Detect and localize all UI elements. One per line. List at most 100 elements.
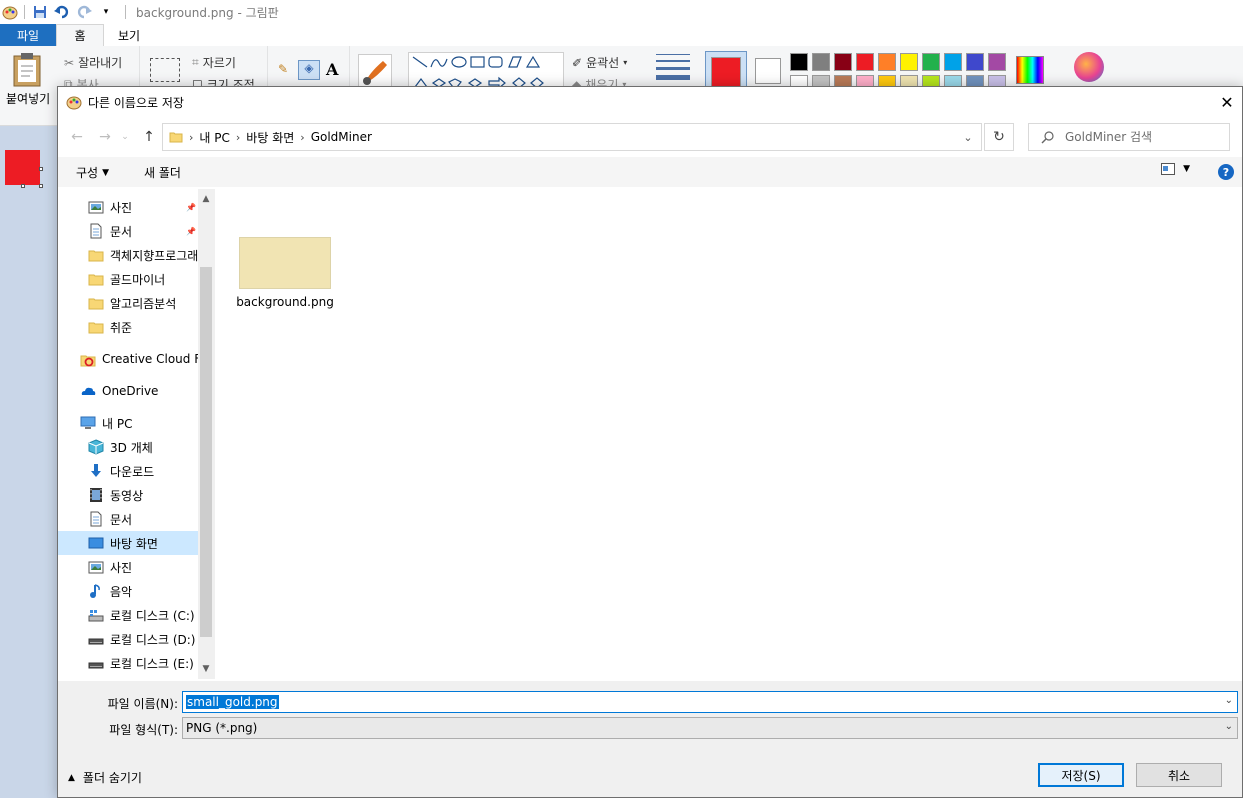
sidebar-item[interactable]: 내 PC xyxy=(58,411,198,435)
folder-icon xyxy=(88,271,104,287)
line-size-icon[interactable] xyxy=(656,54,690,85)
refresh-button[interactable]: ↻ xyxy=(984,123,1014,151)
recent-locations-button[interactable]: ⌄ xyxy=(118,127,132,147)
outline-button[interactable]: ✐ 윤곽선 ▾ xyxy=(572,54,627,71)
sidebar-item-label: 사진 xyxy=(110,200,133,215)
palette-swatch[interactable] xyxy=(944,53,962,71)
paste-icon[interactable] xyxy=(10,52,44,88)
hide-folders-button[interactable]: ▲ 폴더 숨기기 xyxy=(68,769,142,786)
pin-icon: 📌 xyxy=(186,226,196,236)
palette-swatch[interactable] xyxy=(922,53,940,71)
palette-swatch[interactable] xyxy=(856,53,874,71)
scroll-down-icon[interactable]: ▼ xyxy=(198,661,214,677)
palette-swatch[interactable] xyxy=(900,53,918,71)
paste-button[interactable]: 붙여넣기 xyxy=(6,90,50,107)
filename-field[interactable]: small_gold.png ⌄ xyxy=(182,691,1238,713)
paint-3d-icon[interactable] xyxy=(1074,52,1104,82)
change-view-button[interactable]: ▼ xyxy=(1161,163,1190,175)
filetype-select[interactable]: PNG (*.png) ⌄ xyxy=(182,717,1238,739)
text-icon[interactable]: A xyxy=(326,60,338,79)
redo-icon[interactable] xyxy=(75,3,93,21)
color2-selector[interactable] xyxy=(755,58,781,84)
close-button[interactable]: ✕ xyxy=(1212,87,1242,117)
cut-button[interactable]: ✂ 잘라내기 xyxy=(64,54,122,71)
breadcrumb-goldminer[interactable]: GoldMiner xyxy=(311,130,372,144)
sidebar-item[interactable]: 취준 xyxy=(58,315,198,339)
sidebar-item[interactable]: 로컬 디스크 (E:) xyxy=(58,651,198,675)
sidebar-item-label: 3D 개체 xyxy=(110,440,153,455)
sidebar-item[interactable]: 로컬 디스크 (D:) xyxy=(58,627,198,651)
search-input[interactable] xyxy=(1065,130,1225,144)
palette-swatch[interactable] xyxy=(878,53,896,71)
tab-home[interactable]: 홈 xyxy=(56,24,104,46)
chevron-down-icon: ⌄ xyxy=(1224,721,1233,732)
sidebar-item[interactable]: 문서 xyxy=(58,507,198,531)
customize-quick-access-icon[interactable]: ▾ xyxy=(97,3,115,21)
resize-handle[interactable] xyxy=(21,184,25,188)
sidebar-item[interactable]: 음악 xyxy=(58,579,198,603)
up-button[interactable]: ↑ xyxy=(138,127,160,147)
edit-colors-icon[interactable] xyxy=(1016,56,1044,84)
tab-view[interactable]: 보기 xyxy=(104,24,154,46)
sidebar-item[interactable]: 로컬 디스크 (C:) xyxy=(58,603,198,627)
file-item[interactable]: background.png xyxy=(236,237,334,317)
palette-swatch[interactable] xyxy=(834,53,852,71)
navigation-scrollbar[interactable]: ▲ ▼ xyxy=(198,189,214,679)
search-box xyxy=(1028,123,1230,151)
palette-swatch[interactable] xyxy=(966,53,984,71)
sidebar-item-label: OneDrive xyxy=(102,384,159,398)
address-bar[interactable]: › 내 PC › 바탕 화면 › GoldMiner ⌄ xyxy=(162,123,982,151)
cancel-button[interactable]: 취소 xyxy=(1136,763,1222,787)
scroll-up-icon[interactable]: ▲ xyxy=(198,191,214,207)
filename-input[interactable]: small_gold.png xyxy=(186,695,279,709)
sidebar-item-label: 취준 xyxy=(110,320,133,335)
select-icon[interactable] xyxy=(150,58,180,82)
sidebar-item[interactable]: 사진 xyxy=(58,555,198,579)
folder-icon xyxy=(169,132,183,143)
tab-file[interactable]: 파일 xyxy=(0,24,56,46)
sidebar-item[interactable]: 문서 📌 xyxy=(58,219,198,243)
sidebar-item[interactable]: 사진 📌 xyxy=(58,195,198,219)
fill-bucket-icon[interactable]: ◈ xyxy=(298,60,320,80)
palette-swatch[interactable] xyxy=(812,53,830,71)
documents-icon xyxy=(88,511,104,527)
sidebar-item[interactable]: 알고리즘분석 xyxy=(58,291,198,315)
sidebar-item[interactable]: 동영상 xyxy=(58,483,198,507)
sidebar-item[interactable]: 다운로드 xyxy=(58,459,198,483)
sidebar-item[interactable]: OneDrive xyxy=(58,379,198,403)
sidebar-item-label: 객체지향프로그래 xyxy=(110,248,198,263)
chevron-down-icon[interactable]: ⌄ xyxy=(1225,695,1233,706)
back-button[interactable]: ← xyxy=(66,127,88,147)
address-dropdown-button[interactable]: ⌄ xyxy=(955,124,981,150)
scrollbar-thumb[interactable] xyxy=(200,267,212,637)
folder-icon xyxy=(88,295,104,311)
resize-handle[interactable] xyxy=(39,184,43,188)
undo-icon[interactable] xyxy=(53,3,71,21)
palette-swatch[interactable] xyxy=(790,53,808,71)
breadcrumb-desktop[interactable]: 바탕 화면 xyxy=(246,129,294,146)
sidebar-item[interactable]: 객체지향프로그래 xyxy=(58,243,198,267)
pencil-icon[interactable]: ✎ xyxy=(278,62,288,76)
help-icon[interactable]: ? xyxy=(1218,164,1234,180)
resize-handle[interactable] xyxy=(39,167,43,171)
pictures-icon xyxy=(88,199,104,215)
save-icon[interactable] xyxy=(31,3,49,21)
paint-app-icon xyxy=(66,96,82,110)
chevron-down-icon: ▾ xyxy=(623,58,628,67)
sidebar-item[interactable]: 3D 개체 xyxy=(58,435,198,459)
paint-ribbon-tabs: 파일 홈 보기 xyxy=(0,24,1243,46)
palette-swatch[interactable] xyxy=(988,53,1006,71)
save-button[interactable]: 저장(S) xyxy=(1038,763,1124,787)
sidebar-item[interactable]: Creative Cloud Fil xyxy=(58,347,198,371)
canvas-image[interactable] xyxy=(5,150,40,185)
organize-button[interactable]: 구성 ▼ xyxy=(76,164,109,181)
breadcrumb-this-pc[interactable]: 내 PC xyxy=(199,129,229,146)
new-folder-button[interactable]: 새 폴더 xyxy=(144,164,181,181)
brushes-icon[interactable] xyxy=(358,54,392,88)
sidebar-item[interactable]: 바탕 화면 xyxy=(58,531,198,555)
paint-title-bar: ▾ background.png - 그림판 xyxy=(0,0,1243,24)
crop-button[interactable]: ⌗ 자르기 xyxy=(192,54,236,71)
forward-button[interactable]: → xyxy=(94,127,116,147)
sidebar-item[interactable]: 골드마이너 xyxy=(58,267,198,291)
color1-selector[interactable] xyxy=(705,51,747,91)
